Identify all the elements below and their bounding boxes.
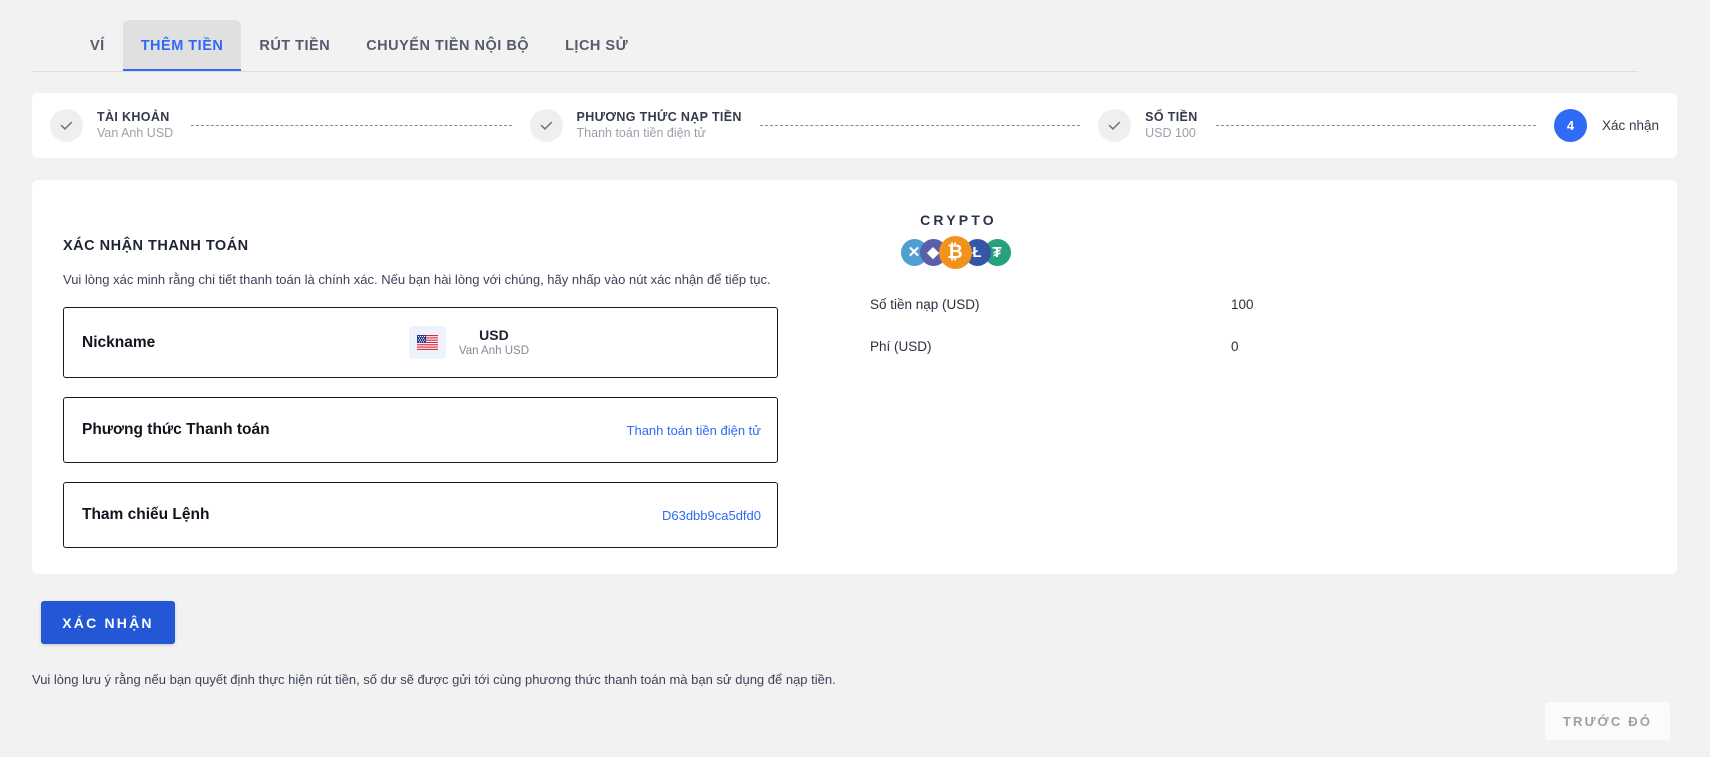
step-method[interactable]: PHƯƠNG THỨC NẠP TIỀN Thanh toán tiền điệ…	[529, 109, 742, 142]
step-method-title: PHƯƠNG THỨC NẠP TIỀN	[576, 110, 742, 124]
previous-button[interactable]: TRƯỚC ĐÓ	[1545, 702, 1670, 740]
confirm-button[interactable]: XÁC NHẬN	[41, 601, 175, 644]
page-title: XÁC NHẬN THANH TOÁN	[63, 238, 249, 254]
tab-chuyen-tien-noi-bo[interactable]: CHUYỂN TIỀN NỘI BỘ	[348, 20, 547, 72]
order-reference-label: Tham chiếu Lệnh	[82, 506, 210, 523]
step-connector-3	[1215, 125, 1536, 126]
step-account-title: TÀI KHOẢN	[97, 110, 170, 124]
step-confirm-number: 4	[1566, 118, 1575, 133]
step-amount-text: SỐ TIỀN USD 100	[1145, 109, 1197, 142]
tab-rut-tien[interactable]: RÚT TIỀN	[241, 20, 348, 72]
stepper: TÀI KHOẢN Van Anh USD PHƯƠNG THỨC NẠP TI…	[32, 93, 1677, 158]
tab-lich-su[interactable]: LỊCH SỬ	[547, 20, 646, 72]
step-confirm-label: Xác nhận	[1601, 118, 1660, 133]
payment-details-column: XÁC NHẬN THANH TOÁN Vui lòng xác minh rằ…	[63, 238, 843, 567]
check-icon	[540, 121, 552, 130]
currency-account-name: Van Anh USD	[458, 344, 529, 357]
deposit-amount-value: 100	[1231, 297, 1254, 312]
stepper-panel: TÀI KHOẢN Van Anh USD PHƯƠNG THỨC NẠP TI…	[32, 93, 1677, 158]
summary-column: CRYPTO ✕ ◆ ₿ Ł ₮ Số tiền nạp (USD) 100 P…	[870, 212, 1570, 354]
step-account-check-circle	[50, 109, 83, 142]
fee-label: Phí (USD)	[870, 339, 932, 354]
step-connector-2	[759, 125, 1081, 126]
crypto-logo: CRYPTO ✕ ◆ ₿ Ł ₮	[897, 212, 1017, 270]
confirmation-panel: XÁC NHẬN THANH TOÁN Vui lòng xác minh rằ…	[32, 180, 1677, 574]
step-confirm[interactable]: 4 Xác nhận	[1553, 109, 1660, 142]
order-reference-card[interactable]: Tham chiếu Lệnh D63dbb9ca5dfd0	[63, 482, 778, 548]
step-account-sub: Van Anh USD	[97, 126, 174, 140]
nickname-label: Nickname	[82, 333, 156, 351]
payment-method-value[interactable]: Thanh toán tiền điện tử	[627, 423, 761, 438]
page-description: Vui lòng xác minh rằng chi tiết thanh to…	[63, 272, 771, 287]
step-connector-1	[191, 125, 512, 126]
crypto-brand-text: CRYPTO	[920, 212, 997, 228]
step-confirm-number-circle: 4	[1553, 109, 1587, 142]
step-amount-title: SỐ TIỀN	[1145, 110, 1198, 124]
step-account-text: TÀI KHOẢN Van Anh USD	[97, 109, 173, 142]
bitcoin-coin-icon: ₿	[938, 236, 972, 269]
step-method-sub: Thanh toán tiền điện tử	[576, 126, 706, 140]
tab-divider	[33, 71, 1638, 72]
currency-texts: USD Van Anh USD	[459, 327, 529, 359]
step-amount[interactable]: SỐ TIỀN USD 100	[1098, 109, 1197, 142]
payment-method-label: Phương thức Thanh toán	[82, 421, 270, 438]
check-icon	[1108, 121, 1121, 130]
currency-code: USD	[479, 326, 509, 343]
fee-value: 0	[1231, 339, 1239, 354]
tab-bar: VÍ THÊM TIỀN RÚT TIỀN CHUYỂN TIỀN NỘI BỘ…	[0, 0, 1710, 73]
us-flag-icon	[408, 326, 446, 359]
currency-block: USD Van Anh USD	[408, 326, 529, 359]
tab-vi[interactable]: VÍ	[72, 20, 123, 72]
tab-them-tien[interactable]: THÊM TIỀN	[122, 20, 242, 72]
summary-row-deposit: Số tiền nạp (USD) 100	[870, 297, 1570, 312]
check-icon	[60, 121, 73, 130]
tab-list: VÍ THÊM TIỀN RÚT TIỀN CHUYỂN TIỀN NỘI BỘ…	[72, 20, 646, 72]
deposit-amount-label: Số tiền nạp (USD)	[870, 297, 980, 312]
nickname-card[interactable]: Nickname USD Van Anh USD	[63, 307, 778, 378]
step-account[interactable]: TÀI KHOẢN Van Anh USD	[50, 109, 173, 142]
us-flag-glyph	[416, 335, 438, 350]
footer-note: Vui lòng lưu ý rằng nếu bạn quyết định t…	[32, 672, 836, 687]
payment-method-card[interactable]: Phương thức Thanh toán Thanh toán tiền đ…	[63, 397, 778, 463]
order-reference-value[interactable]: D63dbb9ca5dfd0	[662, 508, 761, 523]
step-method-check-circle	[529, 109, 563, 142]
step-amount-sub: USD 100	[1145, 126, 1196, 140]
step-amount-check-circle	[1098, 109, 1132, 142]
coin-stack: ✕ ◆ ₿ Ł ₮	[900, 234, 1014, 270]
step-method-text: PHƯƠNG THỨC NẠP TIỀN Thanh toán tiền điệ…	[577, 109, 742, 142]
summary-row-fee: Phí (USD) 0	[870, 339, 1570, 354]
